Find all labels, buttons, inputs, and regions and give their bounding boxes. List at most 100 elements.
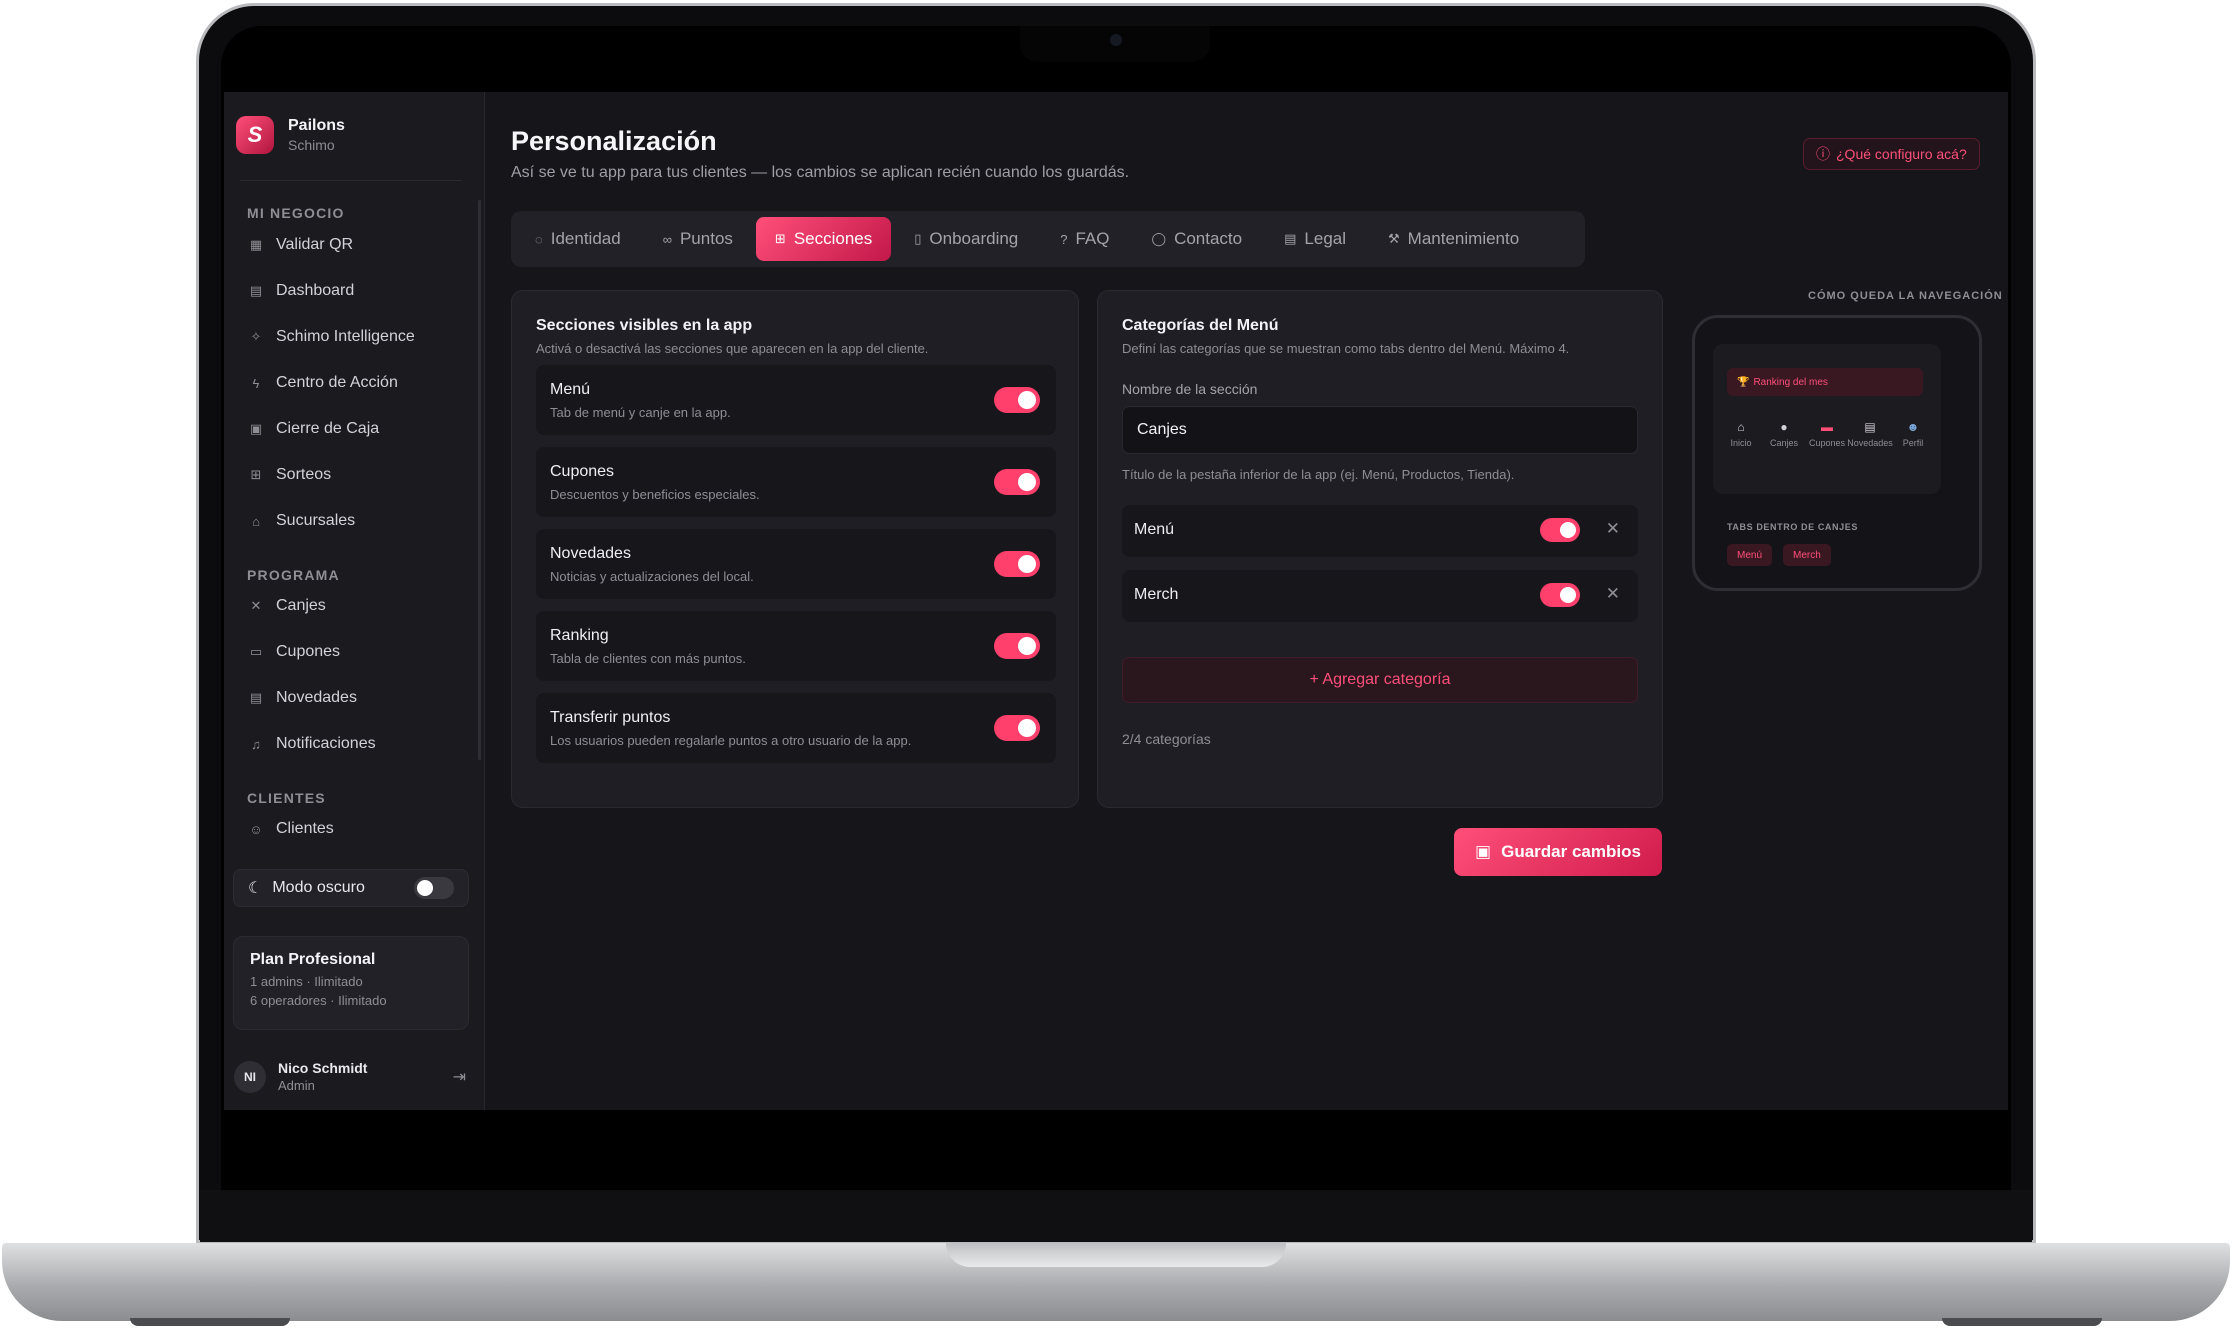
help-button-label: ¿Qué configuro acá? bbox=[1836, 146, 1967, 162]
sidebar-item-label: Cupones bbox=[276, 643, 341, 660]
ranking-banner: 🏆 Ranking del mes bbox=[1727, 368, 1923, 396]
section-desc: Los usuarios pueden regalarle puntos a o… bbox=[550, 733, 912, 748]
preview-label: CÓMO QUEDA LA NAVEGACIÓN bbox=[1808, 290, 2003, 302]
section-row-novedades: Novedades Noticias y actualizaciones del… bbox=[536, 529, 1056, 599]
newspaper-icon: ▤ bbox=[1864, 420, 1876, 434]
sidebar-item-novedades[interactable]: ▤ Novedades bbox=[248, 689, 357, 707]
sidebar-item-dashboard[interactable]: ▤ Dashboard bbox=[248, 282, 354, 300]
category-name[interactable]: Merch bbox=[1134, 586, 1178, 604]
help-circle-icon: ? bbox=[1060, 231, 1068, 247]
sidebar-item-cupones[interactable]: ▭ Cupones bbox=[248, 643, 340, 661]
burger-icon: ● bbox=[1780, 420, 1788, 434]
section-row-menu: Menú Tab de menú y canje en la app. bbox=[536, 365, 1056, 435]
section-label-programa: PROGRAMA bbox=[247, 567, 340, 583]
tab-contacto[interactable]: ◯ Contacto bbox=[1133, 217, 1262, 261]
card-title: Secciones visibles en la app bbox=[536, 317, 753, 334]
dark-mode-toggle-row[interactable]: ☾ Modo oscuro bbox=[233, 869, 469, 907]
add-category-button[interactable]: + Agregar categoría bbox=[1122, 657, 1638, 703]
dashboard-icon: ▤ bbox=[249, 283, 263, 298]
sidebar-item-schimo-intelligence[interactable]: ✧ Schimo Intelligence bbox=[248, 328, 415, 346]
trophy-icon: 🏆 bbox=[1737, 376, 1750, 388]
category-toggle[interactable] bbox=[1540, 583, 1580, 607]
plan-title: Plan Profesional bbox=[250, 951, 376, 968]
sidebar-scrollbar[interactable] bbox=[478, 200, 481, 760]
category-count: 2/4 categorías bbox=[1122, 731, 1211, 747]
lid-bottom bbox=[200, 1190, 2032, 1242]
section-name: Ranking bbox=[550, 627, 609, 644]
sidebar-item-label: Validar QR bbox=[276, 236, 354, 253]
section-toggle[interactable] bbox=[994, 387, 1040, 413]
sections-card-body: Secciones visibles en la app Activá o de… bbox=[511, 290, 1079, 808]
user-name: Nico Schmidt bbox=[278, 1060, 368, 1076]
sidebar-item-canjes[interactable]: ✕ Canjes bbox=[248, 597, 326, 615]
tab-mantenimiento[interactable]: ⚒ Mantenimiento bbox=[1369, 217, 1538, 261]
laptop-foot bbox=[130, 1318, 290, 1326]
preview-nav-perfil: ☻ Perfil bbox=[1893, 420, 1933, 478]
utensils-icon: ✕ bbox=[250, 598, 262, 613]
qr-icon: ▦ bbox=[249, 237, 263, 252]
section-toggle[interactable] bbox=[994, 633, 1040, 659]
page-title: Personalización bbox=[511, 126, 717, 156]
document-icon: ▤ bbox=[1284, 231, 1297, 246]
sidebar-item-label: Centro de Acción bbox=[276, 374, 398, 391]
tab-label: FAQ bbox=[1075, 229, 1110, 248]
card-subtitle: Activá o desactivá las secciones que apa… bbox=[536, 341, 929, 356]
tab-label: Contacto bbox=[1174, 229, 1243, 248]
section-label-clientes: CLIENTES bbox=[247, 790, 326, 806]
preview-nav-canjes: ● Canjes bbox=[1764, 420, 1804, 478]
sidebar-item-label: Canjes bbox=[276, 597, 326, 614]
tab-onboarding[interactable]: ▯ Onboarding bbox=[895, 217, 1037, 261]
section-toggle[interactable] bbox=[994, 469, 1040, 495]
section-row-transferir-puntos: Transferir puntos Los usuarios pueden re… bbox=[536, 693, 1056, 763]
preview-tabs-caption: TABS DENTRO DE CANJES bbox=[1727, 522, 1858, 532]
category-row-menu: Menú ✕ bbox=[1122, 505, 1638, 557]
preview-nav-label: Perfil bbox=[1902, 438, 1924, 448]
close-icon[interactable]: ✕ bbox=[1606, 519, 1620, 539]
brand[interactable]: S Pailons Schimo bbox=[236, 116, 345, 154]
logout-icon[interactable]: ⇥ bbox=[453, 1067, 466, 1087]
category-name[interactable]: Menú bbox=[1134, 521, 1174, 539]
preview-chip-merch: Merch bbox=[1783, 544, 1831, 566]
avatar[interactable]: NI bbox=[234, 1060, 266, 1093]
sidebar-item-sucursales[interactable]: ⌂ Sucursales bbox=[248, 512, 355, 530]
tab-label: Onboarding bbox=[929, 229, 1019, 248]
sidebar-item-validar-qr[interactable]: ▦ Validar QR bbox=[248, 236, 353, 254]
ticket-icon: ▬ bbox=[1821, 420, 1833, 434]
category-toggle[interactable] bbox=[1540, 518, 1580, 542]
tab-identidad[interactable]: ◌ Identidad bbox=[516, 217, 640, 261]
home-icon: ⌂ bbox=[1737, 420, 1745, 434]
card-title: Categorías del Menú bbox=[1122, 317, 1279, 334]
tab-puntos[interactable]: ∞ Puntos bbox=[644, 217, 752, 261]
sidebar-item-label: Cierre de Caja bbox=[276, 420, 380, 437]
section-label-mi-negocio: MI NEGOCIO bbox=[247, 205, 345, 221]
section-row-ranking: Ranking Tabla de clientes con más puntos… bbox=[536, 611, 1056, 681]
palette-icon: ◌ bbox=[535, 231, 543, 247]
preview-nav-label: Canjes bbox=[1769, 438, 1798, 448]
section-toggle[interactable] bbox=[994, 551, 1040, 577]
tab-label: Puntos bbox=[679, 229, 733, 248]
brand-logo: S bbox=[236, 116, 274, 154]
sidebar-item-notificaciones[interactable]: ♫ Notificaciones bbox=[248, 735, 375, 753]
section-row-cupones: Cupones Descuentos y beneficios especial… bbox=[536, 447, 1056, 517]
sidebar-item-sorteos[interactable]: ⊞ Sorteos bbox=[248, 466, 332, 484]
sidebar-item-label: Clientes bbox=[276, 820, 334, 837]
section-name-input[interactable]: Canjes bbox=[1122, 406, 1638, 454]
tab-secciones[interactable]: ⊞ Secciones bbox=[755, 217, 892, 261]
phone-screen: 🏆 Ranking del mes ⌂ Inicio ● Canjes ▬ Cupon… bbox=[1713, 344, 1941, 494]
page-subtitle: Así se ve tu app para tus clientes — los… bbox=[511, 164, 1130, 181]
section-toggle[interactable] bbox=[994, 715, 1040, 741]
help-button[interactable]: ⓘ ¿Qué configuro acá? bbox=[1803, 138, 1980, 170]
sidebar-item-centro-de-accion[interactable]: ϟ Centro de Acción bbox=[248, 374, 398, 392]
close-icon[interactable]: ✕ bbox=[1606, 584, 1620, 604]
dark-mode-switch[interactable] bbox=[414, 877, 454, 899]
tab-label: Secciones bbox=[793, 229, 873, 248]
save-button[interactable]: ▣ Guardar cambios bbox=[1454, 828, 1662, 876]
tab-faq[interactable]: ? FAQ bbox=[1041, 217, 1128, 261]
sidebar-item-cierre-de-caja[interactable]: ▣ Cierre de Caja bbox=[248, 420, 379, 438]
link-icon: ∞ bbox=[662, 231, 672, 247]
sidebar-item-label: Sucursales bbox=[276, 512, 356, 529]
sidebar-item-clientes[interactable]: ☺ Clientes bbox=[248, 820, 334, 838]
plan-card: Plan Profesional 1 admins · Ilimitado 6 … bbox=[233, 936, 469, 1030]
field-label: Nombre de la sección bbox=[1122, 381, 1258, 397]
tab-legal[interactable]: ▤ Legal bbox=[1265, 217, 1365, 261]
